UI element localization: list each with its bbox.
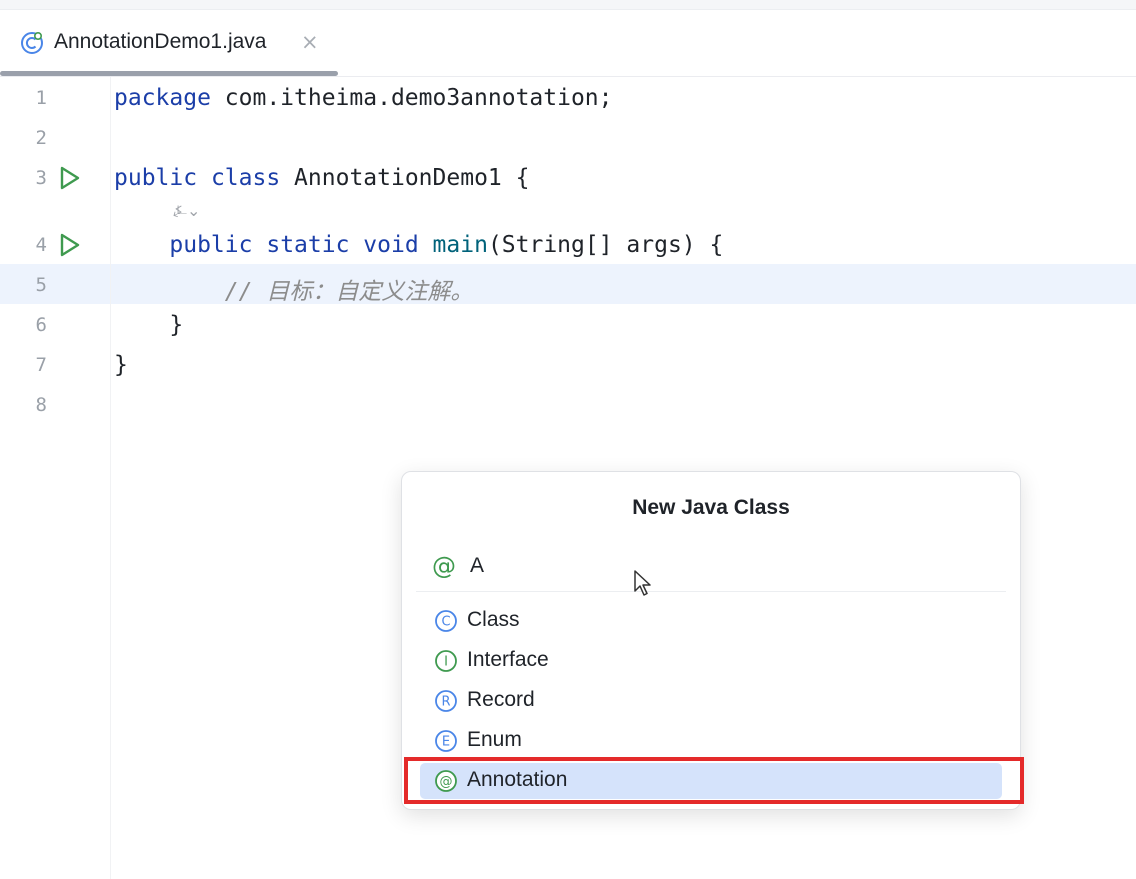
run-icon[interactable]: [56, 232, 82, 258]
kind-item-class[interactable]: C Class: [420, 603, 1002, 639]
keyword: static: [266, 232, 350, 258]
kind-item-record[interactable]: R Record: [420, 683, 1002, 719]
line-number: 2: [35, 127, 47, 149]
popup-title: New Java Class: [632, 496, 790, 519]
code-text: }: [169, 312, 184, 338]
keyword: class: [210, 165, 281, 191]
tab-annotationdemo1[interactable]: AnnotationDemo1.java ×: [0, 10, 338, 76]
line-number: 5: [35, 274, 47, 296]
java-class-icon: [21, 31, 43, 54]
svg-text:C: C: [441, 615, 450, 630]
keyword: public: [169, 232, 253, 258]
run-icon[interactable]: [56, 165, 82, 191]
code-line-7: }: [114, 352, 128, 378]
keyword: package: [114, 85, 211, 111]
active-tab-indicator: [0, 71, 338, 76]
editor-tab-bar: AnnotationDemo1.java ×: [0, 10, 1136, 77]
keyword: void: [363, 232, 419, 258]
code-vision-hint-icon[interactable]: ⍼⌄: [173, 201, 200, 221]
keyword: public: [114, 165, 198, 191]
code-comment: // 目标：自定义注解。: [224, 279, 474, 305]
kind-label: Record: [467, 688, 535, 711]
enum-icon: E: [435, 730, 457, 752]
popup-divider: [416, 591, 1006, 592]
annotation-icon: @: [432, 552, 456, 580]
close-icon[interactable]: ×: [301, 30, 319, 54]
method-name: main: [432, 232, 488, 258]
interface-icon: I: [435, 650, 457, 672]
kind-label: Class: [467, 608, 520, 631]
code-text: AnnotationDemo1 {: [280, 165, 530, 191]
class-name-row: @: [432, 550, 1002, 584]
line-number: 3: [35, 167, 47, 189]
kind-item-interface[interactable]: I Interface: [420, 643, 1002, 679]
record-icon: R: [435, 690, 457, 712]
line-number: 1: [35, 87, 47, 109]
code-line-3: public class AnnotationDemo1 {: [114, 165, 529, 191]
window-top-strip: [0, 0, 1136, 10]
code-line-1: package com.itheima.demo3annotation;: [114, 85, 613, 111]
line-number: 7: [35, 354, 47, 376]
svg-text:R: R: [441, 695, 450, 710]
line-number: 6: [35, 314, 47, 336]
code-line-5: // 目标：自定义注解。: [114, 272, 474, 306]
code-text: }: [114, 352, 128, 378]
kind-item-enum[interactable]: E Enum: [420, 723, 1002, 759]
kind-label: Interface: [467, 648, 549, 671]
code-line-4: public static void main(String[] args) {: [114, 232, 723, 258]
line-number: 4: [35, 234, 47, 256]
code-line-6: }: [114, 312, 183, 338]
line-number: 8: [35, 394, 47, 416]
line-gutter: 1 2 3 4 5 6 7 8: [0, 77, 111, 879]
code-text: (String[] args) {: [487, 232, 724, 258]
tab-title: AnnotationDemo1.java: [54, 30, 267, 53]
svg-text:I: I: [444, 655, 448, 670]
kind-label: Enum: [467, 728, 522, 751]
code-text: com.itheima.demo3annotation;: [210, 85, 613, 111]
class-name-input[interactable]: [470, 550, 970, 582]
highlight-box: [404, 757, 1024, 804]
svg-text:E: E: [442, 735, 450, 750]
mouse-cursor-icon: [634, 570, 651, 596]
class-icon: C: [435, 610, 457, 632]
